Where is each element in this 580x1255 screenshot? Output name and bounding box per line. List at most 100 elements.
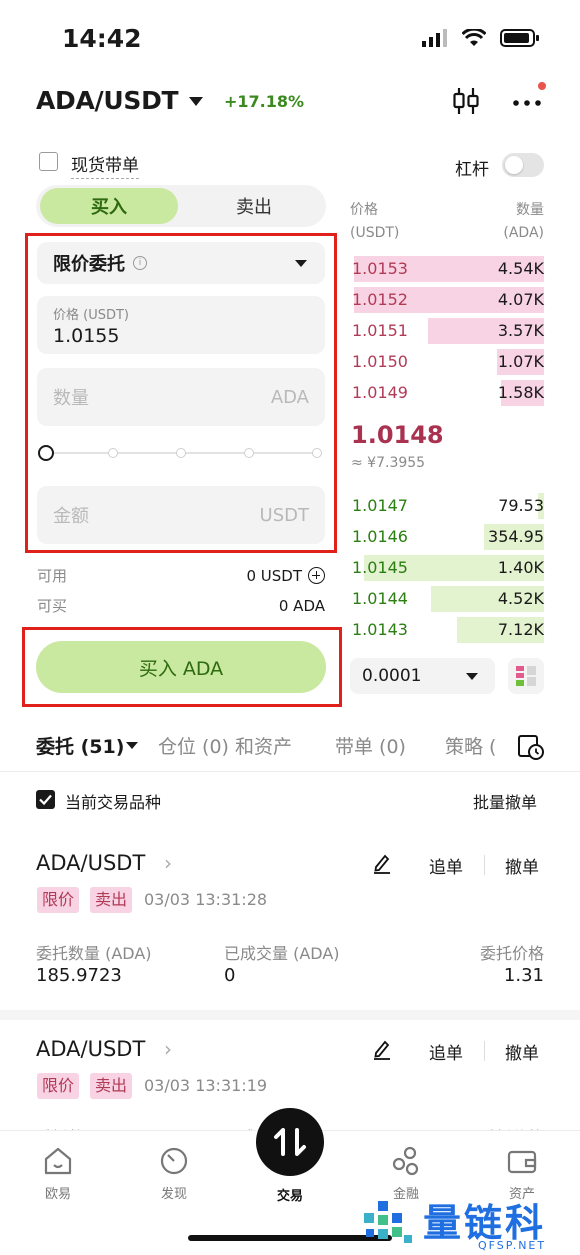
tab-orders[interactable]: 委托 (51): [36, 732, 124, 759]
ask-price: 1.0150: [352, 352, 408, 371]
discover-icon: [160, 1147, 188, 1175]
bid-row[interactable]: 1.0144 4.52K: [350, 586, 544, 612]
order-filled-label: 已成交量 (ADA): [224, 944, 340, 963]
tab-strategies[interactable]: 策略 (: [445, 732, 496, 759]
wallet-icon: [507, 1150, 537, 1174]
nav-label: 发现: [160, 1187, 187, 1202]
layout-grid-icon: [516, 666, 536, 686]
chevron-down-icon[interactable]: [126, 742, 138, 749]
more-icon[interactable]: [512, 88, 542, 118]
tab-sell[interactable]: 卖出: [186, 188, 322, 224]
checkmark-icon: [39, 794, 52, 806]
follow-order-button[interactable]: 追单: [429, 853, 463, 878]
edit-icon[interactable]: [372, 1038, 392, 1060]
tab-buy[interactable]: 买入: [40, 188, 178, 224]
ob-price-header: 价格: [350, 202, 378, 218]
last-price-cny: ≈ ¥7.3955: [351, 455, 426, 471]
ob-price-unit: (USDT): [350, 225, 400, 241]
trade-swap-icon: [274, 1128, 306, 1156]
nav-trade[interactable]: [256, 1108, 324, 1176]
bid-row[interactable]: 1.0146 354.95: [350, 524, 544, 550]
pair-dropdown-icon[interactable]: [189, 97, 203, 106]
watermark-sub: QFSP.NET: [478, 1239, 547, 1252]
buyable-label: 可买: [37, 597, 68, 615]
available-label: 可用: [37, 567, 68, 585]
cancel-order-button[interactable]: 撤单: [505, 853, 539, 878]
ask-row[interactable]: 1.0153 4.54K: [350, 256, 544, 282]
tabs-divider: [0, 771, 580, 772]
bid-row[interactable]: 1.0143 7.12K: [350, 617, 544, 643]
status-time: 14:42: [62, 24, 142, 53]
bid-qty: 7.12K: [497, 620, 544, 639]
action-separator: [484, 855, 485, 875]
watermark: 量链科技 QFSP.NET: [358, 1192, 580, 1255]
bid-qty: 1.40K: [497, 558, 544, 577]
order-side-tag: 卖出: [90, 1073, 133, 1099]
history-icon[interactable]: [517, 733, 545, 761]
highlight-frame-buy: [22, 627, 342, 707]
bid-row[interactable]: 1.0145 1.40K: [350, 555, 544, 581]
action-separator: [484, 1041, 485, 1061]
order-price-label: 委托价格: [479, 944, 544, 963]
bid-row[interactable]: 1.0147 79.53: [350, 493, 544, 519]
ask-row[interactable]: 1.0149 1.58K: [350, 380, 544, 406]
home-icon: [44, 1147, 72, 1175]
orderbook-header: 价格 (USDT) 数量 (ADA): [350, 199, 544, 245]
nav-label: 欧易: [44, 1187, 71, 1202]
buyable-value: 0 ADA: [278, 596, 325, 615]
batch-cancel-button[interactable]: 批量撤单: [473, 789, 537, 813]
follow-order-button[interactable]: 追单: [429, 1039, 463, 1064]
leverage-label: 杠杆: [455, 160, 489, 180]
bid-price: 1.0145: [352, 558, 408, 577]
nav-okx[interactable]: 欧易: [18, 1145, 98, 1202]
battery-icon: [500, 29, 539, 47]
candlestick-chart-icon[interactable]: [451, 86, 481, 116]
chevron-right-icon[interactable]: ›: [164, 851, 172, 875]
ask-row[interactable]: 1.0150 1.07K: [350, 349, 544, 375]
nav-label: 交易: [276, 1189, 303, 1204]
current-pair-checkbox[interactable]: [36, 790, 55, 809]
order-separator: [0, 1010, 580, 1020]
ask-row[interactable]: 1.0152 4.07K: [350, 287, 544, 313]
bid-qty: 79.53: [498, 496, 544, 515]
last-price[interactable]: 1.0148: [351, 421, 444, 449]
notification-dot: [538, 82, 546, 90]
signal-icon: [422, 29, 447, 47]
highlight-frame-form: [25, 233, 337, 553]
spot-with-order-checkbox[interactable]: [39, 152, 58, 171]
ask-price: 1.0153: [352, 259, 408, 278]
ob-qty-header: 数量: [516, 202, 544, 218]
spot-with-order-label[interactable]: 现货带单: [71, 151, 139, 179]
bid-price: 1.0144: [352, 589, 408, 608]
current-pair-label[interactable]: 当前交易品种: [65, 789, 161, 813]
available-row: 可用 0 USDT: [37, 565, 325, 586]
order-price: 1.31: [503, 965, 544, 986]
order-qty: 185.9723: [36, 965, 122, 986]
leverage-toggle[interactable]: [502, 153, 544, 177]
order-pair[interactable]: ADA/USDT: [36, 851, 145, 875]
order-time: 03/03 13:31:28: [144, 890, 268, 909]
order-qty-label: 委托数量 (ADA): [36, 944, 152, 963]
pair-title[interactable]: ADA/USDT: [36, 86, 179, 115]
status-icons: [422, 28, 540, 48]
bid-qty: 4.52K: [497, 589, 544, 608]
tab-positions[interactable]: 仓位 (0) 和资产: [158, 732, 292, 759]
ask-price: 1.0152: [352, 290, 408, 309]
bid-price: 1.0143: [352, 620, 408, 639]
order-side-tag: 卖出: [90, 887, 133, 913]
orderbook-layout-button[interactable]: [508, 658, 544, 694]
ask-qty: 4.07K: [497, 290, 544, 309]
tab-copy-orders[interactable]: 带单 (0): [335, 732, 406, 759]
ob-qty-unit: (ADA): [503, 225, 544, 241]
cancel-order-button[interactable]: 撤单: [505, 1039, 539, 1064]
watermark-logo: [364, 1201, 412, 1243]
add-funds-icon[interactable]: [308, 567, 325, 584]
chevron-right-icon[interactable]: ›: [164, 1037, 172, 1061]
precision-select[interactable]: 0.0001: [350, 658, 495, 694]
ask-qty: 4.54K: [497, 259, 544, 278]
nav-discover[interactable]: 发现: [134, 1145, 214, 1202]
order-pair[interactable]: ADA/USDT: [36, 1037, 145, 1061]
finance-icon: [392, 1146, 419, 1176]
edit-icon[interactable]: [372, 852, 392, 874]
ask-row[interactable]: 1.0151 3.57K: [350, 318, 544, 344]
